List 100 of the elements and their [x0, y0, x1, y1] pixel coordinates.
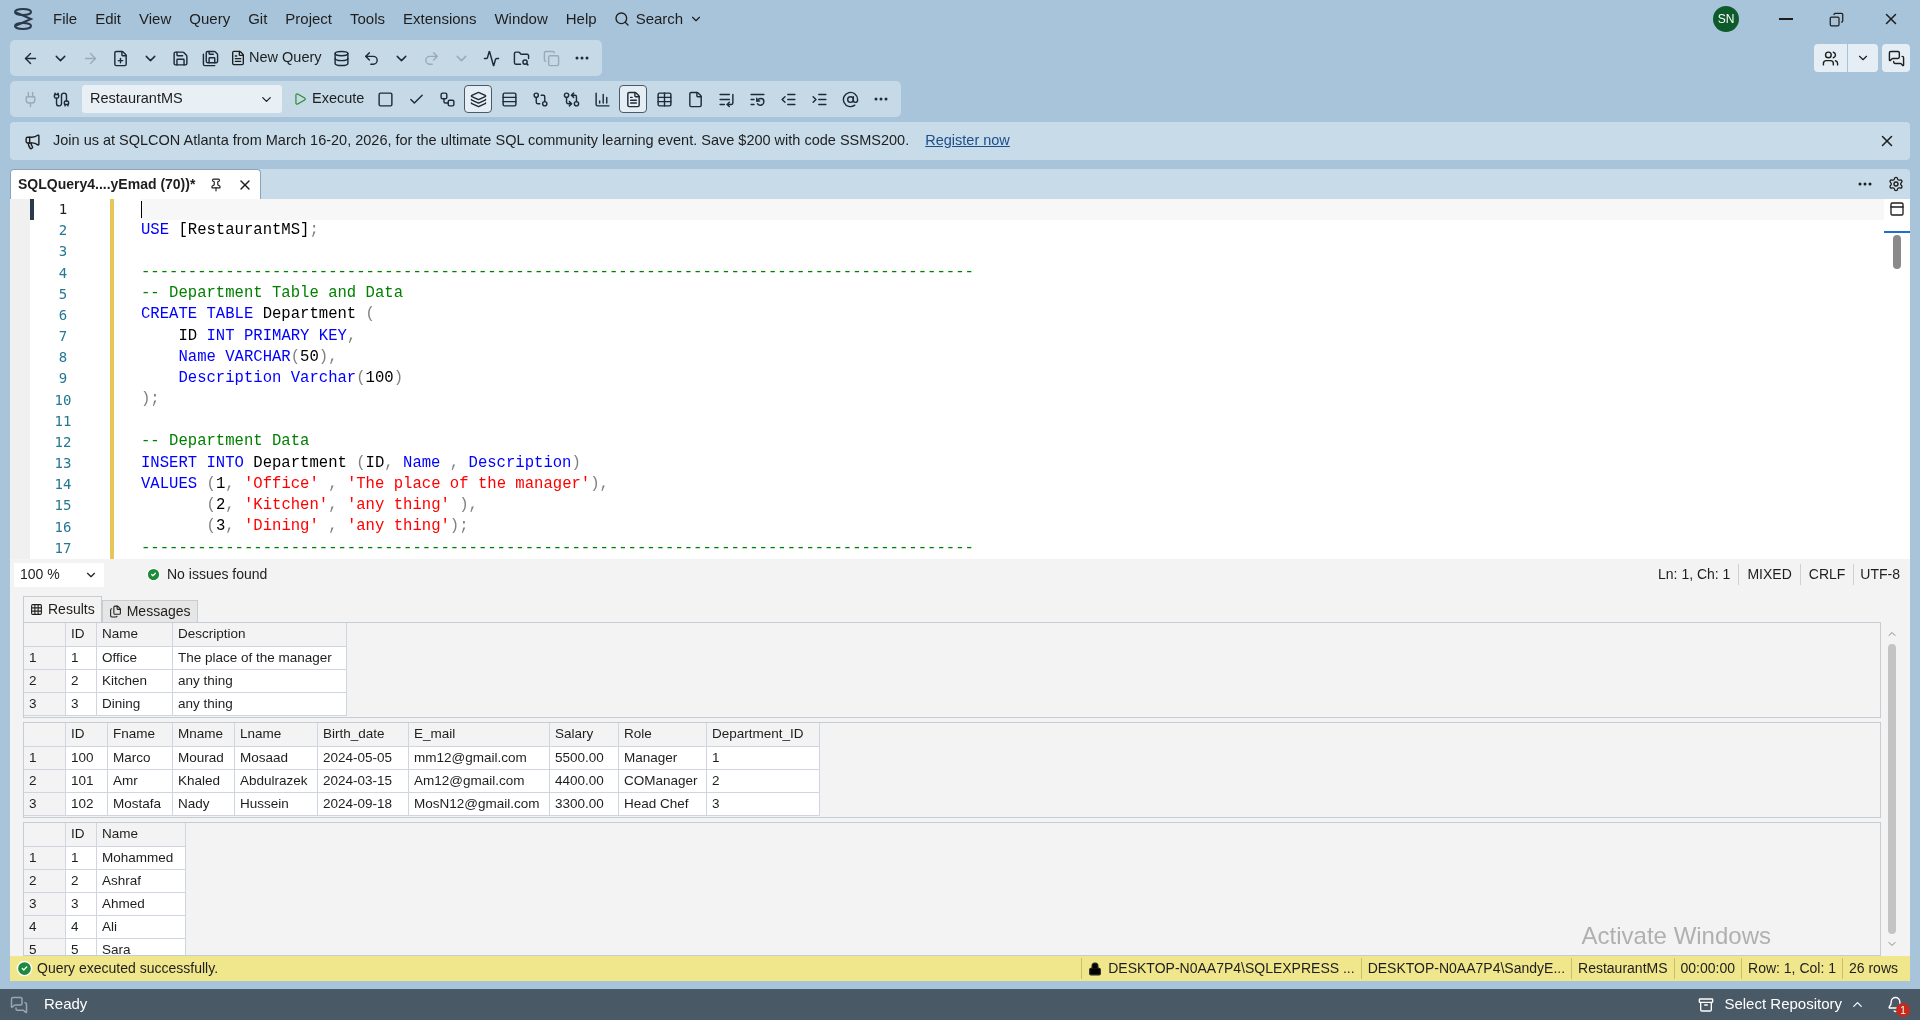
- table-cell: 1: [66, 647, 97, 670]
- line-number: 11: [53, 411, 73, 431]
- menu-item[interactable]: Project: [276, 7, 341, 31]
- table-cell: COManager: [619, 770, 707, 793]
- line-number: 12: [53, 432, 73, 452]
- repository-button[interactable]: Select Repository: [1724, 993, 1865, 1016]
- line-endings: CRLF: [1799, 564, 1854, 585]
- menu-item[interactable]: Tools: [341, 7, 395, 31]
- more-icon[interactable]: [1858, 182, 1872, 186]
- table-cell: any thing: [173, 693, 347, 716]
- text-cursor: [141, 200, 142, 218]
- grid-icon: [30, 603, 43, 616]
- line-number: 15: [53, 496, 73, 516]
- table-cell: 3: [707, 793, 820, 816]
- layers-button[interactable]: [464, 85, 493, 113]
- table-cell: any thing: [173, 670, 347, 693]
- table-cell: 4: [66, 916, 97, 939]
- notification-badge: 1: [1896, 1003, 1910, 1017]
- people-icon: [1822, 49, 1839, 67]
- register-link[interactable]: Register now: [925, 130, 1010, 152]
- table-cell: Dining: [97, 693, 173, 716]
- table-cell: Marco: [108, 747, 173, 770]
- settings-icon[interactable]: [1888, 176, 1904, 192]
- table-cell: 2024-03-15: [318, 770, 409, 793]
- text-results-button[interactable]: [619, 85, 648, 113]
- status-message: Query executed successfully.: [37, 959, 219, 978]
- results-tab[interactable]: Messages: [101, 600, 198, 622]
- line-number: 6: [57, 305, 69, 325]
- menu-item[interactable]: Window: [485, 7, 557, 31]
- cable-icon: [52, 90, 70, 108]
- restore-icon[interactable]: [1829, 11, 1844, 27]
- table-cell: 5: [66, 939, 97, 955]
- code-line: ID INT PRIMARY KEY,: [177, 325, 357, 347]
- line-number: 1: [57, 200, 69, 220]
- table-cell: 2: [66, 670, 97, 693]
- table-cell: 2024-09-18: [318, 793, 409, 816]
- table-cell: 2024-05-05: [318, 747, 409, 770]
- line-number: 3: [57, 242, 69, 262]
- zoom-dropdown[interactable]: 100 %: [14, 562, 104, 587]
- table-cell: Kitchen: [97, 670, 173, 693]
- archive-icon: [1698, 996, 1715, 1013]
- line-number: 10: [53, 390, 73, 410]
- results-tab[interactable]: Results: [23, 596, 102, 622]
- code-line: (3, 'Dining' , 'any thing');: [205, 516, 469, 538]
- menu-item[interactable]: Query: [180, 7, 240, 31]
- database-dropdown[interactable]: RestaurantMS: [82, 85, 282, 113]
- search-button[interactable]: Search: [613, 7, 704, 31]
- execute-button[interactable]: Execute: [289, 85, 369, 113]
- line-number: 14: [53, 475, 73, 495]
- table-cell: 4400.00: [550, 770, 619, 793]
- scrollbar-thumb[interactable]: [1893, 235, 1901, 269]
- line-number: 5: [57, 284, 69, 304]
- cursor-position: Ln: 1, Ch: 1: [1657, 565, 1732, 584]
- file-icon: [686, 90, 704, 108]
- ready-status: Ready: [44, 994, 88, 1015]
- feedback-button[interactable]: [1882, 44, 1910, 72]
- menu-item[interactable]: View: [130, 7, 181, 31]
- table-cell: mm12@gmail.com: [409, 747, 550, 770]
- table-cell: Khaled: [173, 770, 235, 793]
- menu-item[interactable]: Edit: [86, 7, 131, 31]
- pin-icon[interactable]: [209, 177, 224, 192]
- at-sign-icon: [841, 90, 859, 108]
- line-number: 9: [57, 369, 69, 389]
- code-line: -----------------------------------------------------------------------------------------: [141, 537, 974, 559]
- document-tab[interactable]: SQLQuery4....yEmad (70))*: [10, 169, 262, 199]
- document-icon: [230, 50, 246, 66]
- database-name: RestaurantMS: [1571, 958, 1674, 979]
- user-avatar[interactable]: SN: [1713, 6, 1739, 32]
- code-line: VALUES (1, 'Office' , 'The place of the manager'),: [141, 473, 609, 495]
- line-number: 17: [53, 538, 73, 558]
- table-cell: 102: [66, 793, 108, 816]
- banner-text: Join us at SQLCON Atlanta from March 16-20, 2026, for the ultimate SQL community learning event. Save $200 with code SSMS200.: [53, 131, 910, 151]
- table-cell: Mourad: [173, 747, 235, 770]
- menu-item[interactable]: File: [44, 7, 87, 31]
- code-line: USE [RestaurantMS];: [141, 219, 319, 241]
- copilot-button[interactable]: [1814, 44, 1878, 72]
- table-cell: 2: [66, 870, 97, 893]
- compare-icon: [531, 90, 549, 108]
- bell-icon[interactable]: [1887, 996, 1904, 1013]
- menu-item[interactable]: Extensions: [394, 7, 486, 31]
- menu-item[interactable]: Git: [239, 7, 277, 31]
- line-number: 13: [53, 454, 73, 474]
- new-query-button[interactable]: New Query: [226, 44, 326, 72]
- more-icon: [874, 97, 889, 101]
- table-cell: 100: [66, 747, 108, 770]
- redo-icon: [423, 49, 441, 67]
- table-icon: [655, 90, 673, 108]
- code-line: (2, 'Kitchen', 'any thing' ),: [205, 495, 478, 517]
- database-icon: [333, 49, 351, 67]
- copy-icon: [543, 49, 561, 67]
- table-cell: Am12@gmail.com: [409, 770, 550, 793]
- line-number: 2: [57, 221, 69, 241]
- menu-item[interactable]: Help: [556, 7, 606, 31]
- code-line: INSERT INTO Department (ID, Name , Description): [141, 452, 581, 474]
- lock-icon: [1088, 961, 1103, 976]
- table-cell: Ali: [97, 916, 186, 939]
- split-icon[interactable]: [1889, 201, 1905, 217]
- row-count: 26 rows: [1841, 958, 1904, 979]
- rows-icon: [500, 90, 518, 108]
- table-cell: Office: [97, 647, 173, 670]
